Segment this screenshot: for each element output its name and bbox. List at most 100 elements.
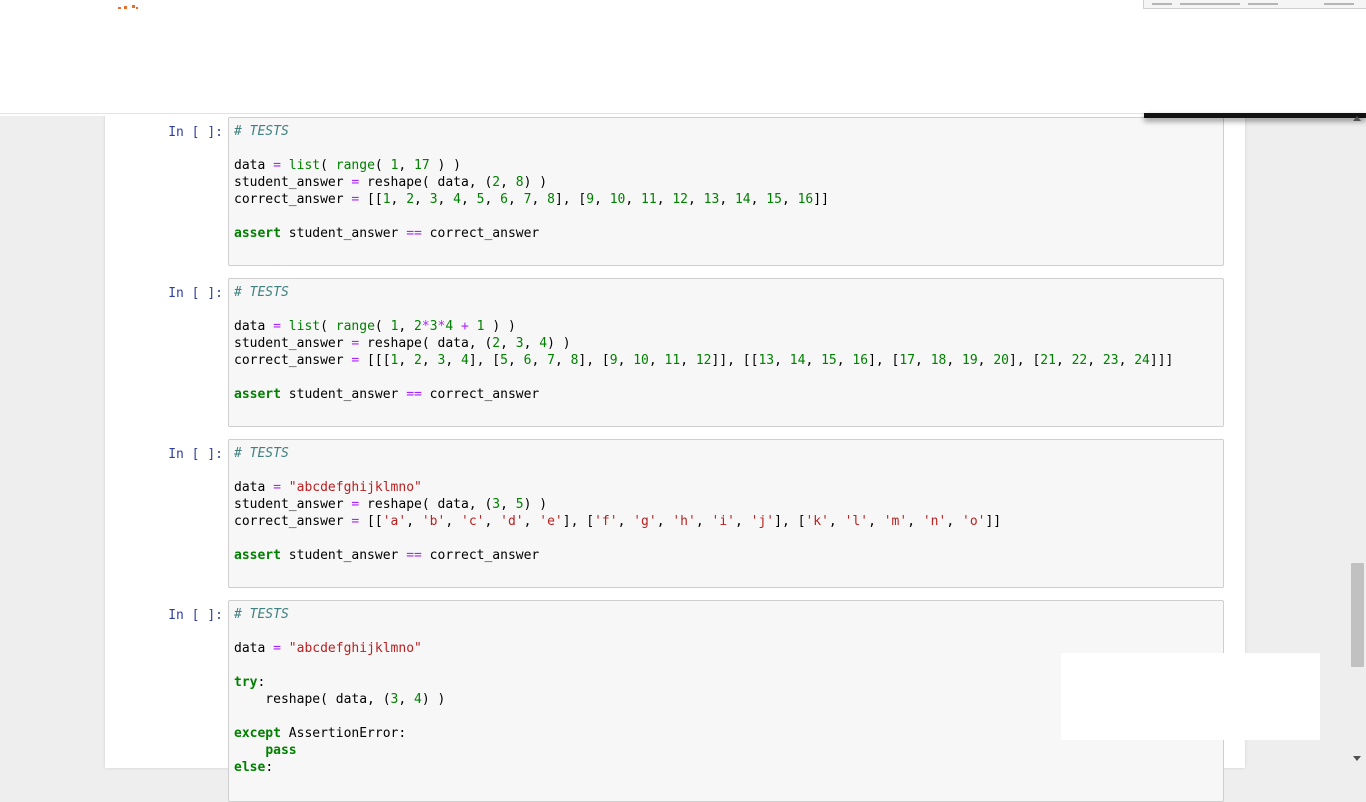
input-prompt: In [ ]: (168, 125, 223, 140)
code-token: 20 (993, 353, 1009, 368)
code-line: correct_answer = [[1, 2, 3, 4, 5, 6, 7, … (234, 191, 1218, 208)
code-token: 2 (492, 175, 501, 190)
code-token: , (1087, 353, 1103, 368)
code-token: = (273, 641, 281, 656)
code-token: student_answer (280, 548, 407, 563)
code-token: ], [ (468, 353, 501, 368)
code-text[interactable]: # TESTS data = list( range( 1, 17 ) ) stud… (229, 118, 1223, 264)
code-token: 'c' (461, 514, 485, 529)
code-text[interactable]: # TESTS data = "abcdefghijklmno" student_a… (229, 440, 1223, 586)
code-token: ( (320, 319, 336, 334)
code-token: student_answer (280, 226, 407, 241)
code-token: 4 (414, 692, 422, 707)
code-token: = (273, 480, 281, 495)
code-token: ) ) (484, 319, 516, 334)
input-prompt: In [ ]: (168, 286, 223, 301)
code-token: 16 (852, 353, 869, 368)
code-token: 3 (429, 319, 438, 334)
scroll-down-icon[interactable] (1353, 756, 1361, 761)
code-token: 'g' (633, 514, 657, 529)
code-token: , (946, 514, 962, 529)
code-line: correct_answer = [['a', 'b', 'c', 'd', '… (234, 513, 1218, 530)
code-token: 16 (797, 192, 814, 207)
code-line: correct_answer = [[[1, 2, 3, 4], [5, 6, … (234, 352, 1218, 369)
code-token: , (656, 514, 673, 529)
code-token: student_answer (234, 497, 352, 512)
code-token: range (335, 158, 375, 173)
code-token: ( (320, 158, 336, 173)
code-token: ]] (985, 514, 1002, 529)
code-token: 'l' (844, 514, 869, 529)
code-token: , (915, 353, 931, 368)
code-token: , (390, 192, 407, 207)
code-token: 12 (695, 353, 712, 368)
code-token: ) ) (523, 497, 548, 512)
code-token: correct_answer (421, 226, 540, 241)
code-token: , (445, 353, 461, 368)
code-token: , (398, 319, 415, 334)
blank-overlay (1061, 653, 1320, 740)
code-token: , (406, 514, 422, 529)
code-line: # TESTS (234, 284, 1218, 301)
code-token: , (680, 353, 696, 368)
code-line: # TESTS (234, 123, 1218, 140)
code-token: 5 (515, 497, 524, 512)
code-token: student_answer (234, 175, 352, 190)
code-token: , (719, 192, 735, 207)
code-token: student_answer (234, 336, 352, 351)
code-line: assert student_answer == correct_answer (234, 386, 1218, 403)
code-token: ) ) (547, 336, 571, 351)
code-token: == (406, 387, 422, 402)
code-token: , (946, 353, 962, 368)
code-token: , (734, 514, 751, 529)
notebook-header (0, 0, 1366, 116)
code-token: # TESTS (234, 446, 289, 461)
code-token: , (1055, 353, 1072, 368)
code-token: data (234, 480, 274, 495)
code-token: 6 (500, 192, 508, 207)
code-token: , (594, 192, 610, 207)
code-token: 11 (664, 353, 681, 368)
code-editor[interactable]: # TESTS data = list( range( 1, 2*3*4 + 1 … (228, 278, 1224, 427)
code-token: , (554, 353, 571, 368)
code-token: 4 (539, 336, 548, 351)
code-editor[interactable]: # TESTS data = list( range( 1, 17 ) ) stud… (228, 117, 1224, 266)
scroll-up-icon[interactable] (1353, 116, 1361, 121)
code-token: : (257, 675, 266, 690)
code-token: , (398, 692, 415, 707)
code-token: ], [ (1008, 353, 1041, 368)
scrollbar-thumb[interactable] (1351, 563, 1364, 667)
code-token: 1 (382, 192, 391, 207)
code-token: correct_answer (421, 387, 540, 402)
code-token: 10 (633, 353, 649, 368)
code-token: = (273, 158, 281, 173)
code-token: , (907, 514, 923, 529)
code-token: 2 (492, 336, 501, 351)
code-token: , (688, 192, 704, 207)
code-token: ]] (813, 192, 829, 207)
code-token: [[ (359, 514, 383, 529)
code-line: data = list( range( 1, 17 ) ) (234, 157, 1218, 174)
code-text[interactable]: # TESTS data = list( range( 1, 2*3*4 + 1 … (229, 279, 1223, 425)
code-token: 15 (821, 353, 837, 368)
code-token: 18 (930, 353, 947, 368)
code-editor[interactable]: # TESTS data = "abcdefghijklmno" student_a… (228, 439, 1224, 588)
code-token: , (445, 514, 461, 529)
code-token: , (774, 353, 790, 368)
code-token: , (648, 353, 665, 368)
code-token: 17 (899, 353, 916, 368)
code-token: 19 (962, 353, 978, 368)
code-token: try (234, 675, 258, 690)
code-token: 15 (766, 192, 782, 207)
code-token: reshape( data, ( (359, 336, 493, 351)
